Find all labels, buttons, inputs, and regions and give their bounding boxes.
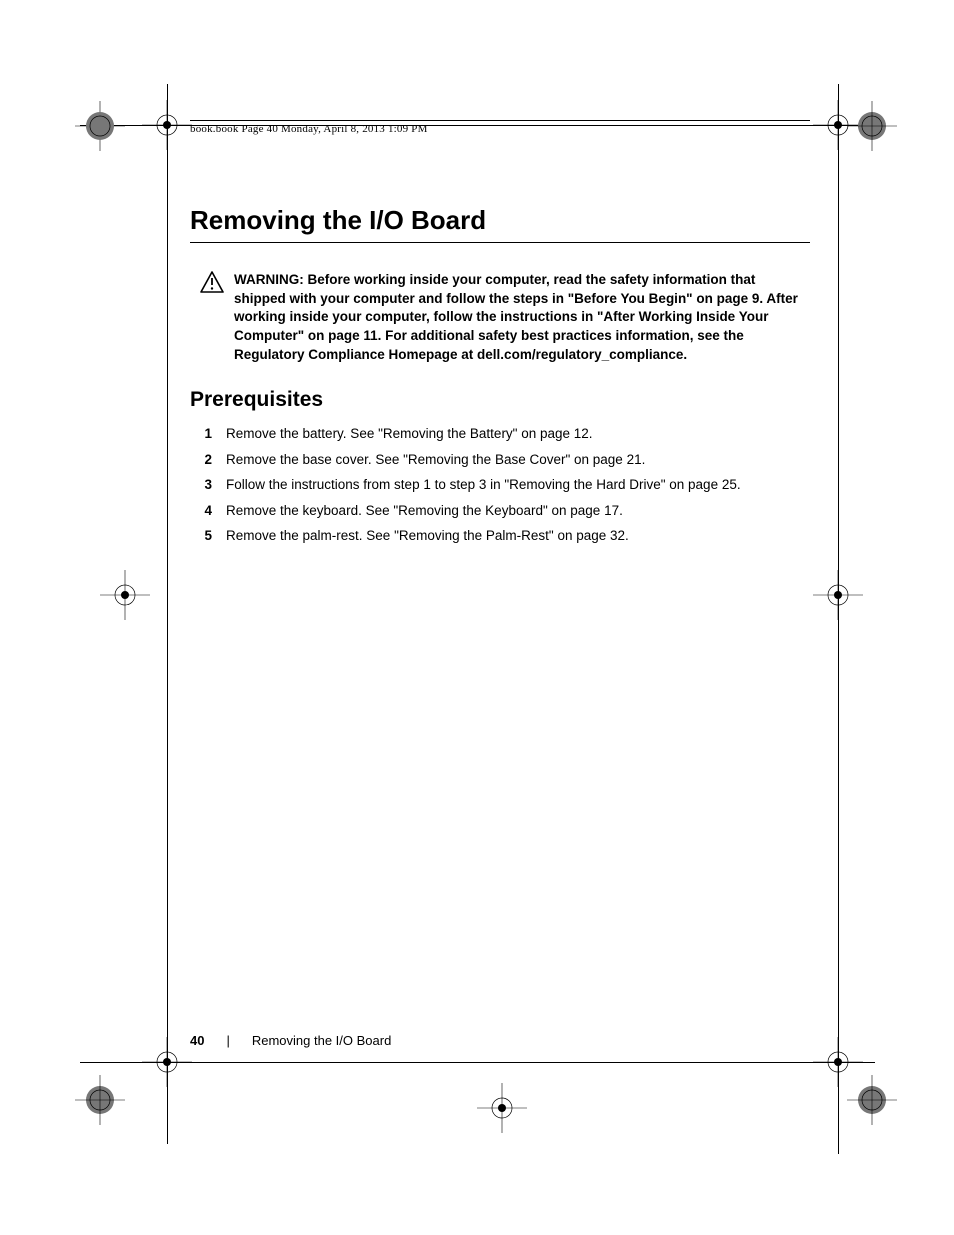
warning-icon [200, 271, 224, 364]
step-text: Remove the battery. See "Removing the Ba… [226, 424, 810, 444]
printer-mark-icon [847, 101, 897, 151]
step-number: 4 [202, 501, 212, 521]
printer-mark-icon [847, 1075, 897, 1125]
step-text: Follow the instructions from step 1 to s… [226, 475, 810, 495]
step-number: 5 [202, 526, 212, 546]
warning-label: WARNING: [234, 272, 308, 287]
page-content: book.book Page 40 Monday, April 8, 2013 … [190, 120, 810, 552]
list-item: 5 Remove the palm-rest. See "Removing the… [202, 526, 810, 546]
step-text: Remove the palm-rest. See "Removing the … [226, 526, 810, 546]
printer-mark-icon [75, 101, 125, 151]
printer-mark-icon [142, 1037, 192, 1087]
page-footer: 40 | Removing the I/O Board [190, 1033, 391, 1048]
step-text: Remove the keyboard. See "Removing the K… [226, 501, 810, 521]
list-item: 3 Follow the instructions from step 1 to … [202, 475, 810, 495]
printer-mark-icon [75, 1075, 125, 1125]
page-title: Removing the I/O Board [190, 205, 810, 236]
step-text: Remove the base cover. See "Removing the… [226, 450, 810, 470]
list-item: 2 Remove the base cover. See "Removing th… [202, 450, 810, 470]
warning-text: WARNING: Before working inside your comp… [234, 271, 810, 364]
title-rule [190, 242, 810, 243]
warning-block: WARNING: Before working inside your comp… [190, 271, 810, 364]
printer-mark-icon [100, 570, 150, 620]
step-number: 2 [202, 450, 212, 470]
warning-body: Before working inside your computer, rea… [234, 272, 798, 362]
step-number: 3 [202, 475, 212, 495]
printer-mark-icon [477, 1083, 527, 1133]
printer-mark-icon [142, 100, 192, 150]
footer-title: Removing the I/O Board [252, 1033, 391, 1048]
printer-mark-icon [813, 570, 863, 620]
steps-list: 1 Remove the battery. See "Removing the B… [190, 424, 810, 546]
header-meta: book.book Page 40 Monday, April 8, 2013 … [190, 120, 810, 135]
section-heading-prerequisites: Prerequisites [190, 388, 810, 412]
step-number: 1 [202, 424, 212, 444]
footer-separator: | [226, 1033, 229, 1048]
list-item: 1 Remove the battery. See "Removing the B… [202, 424, 810, 444]
list-item: 4 Remove the keyboard. See "Removing the … [202, 501, 810, 521]
page-number: 40 [190, 1033, 204, 1048]
